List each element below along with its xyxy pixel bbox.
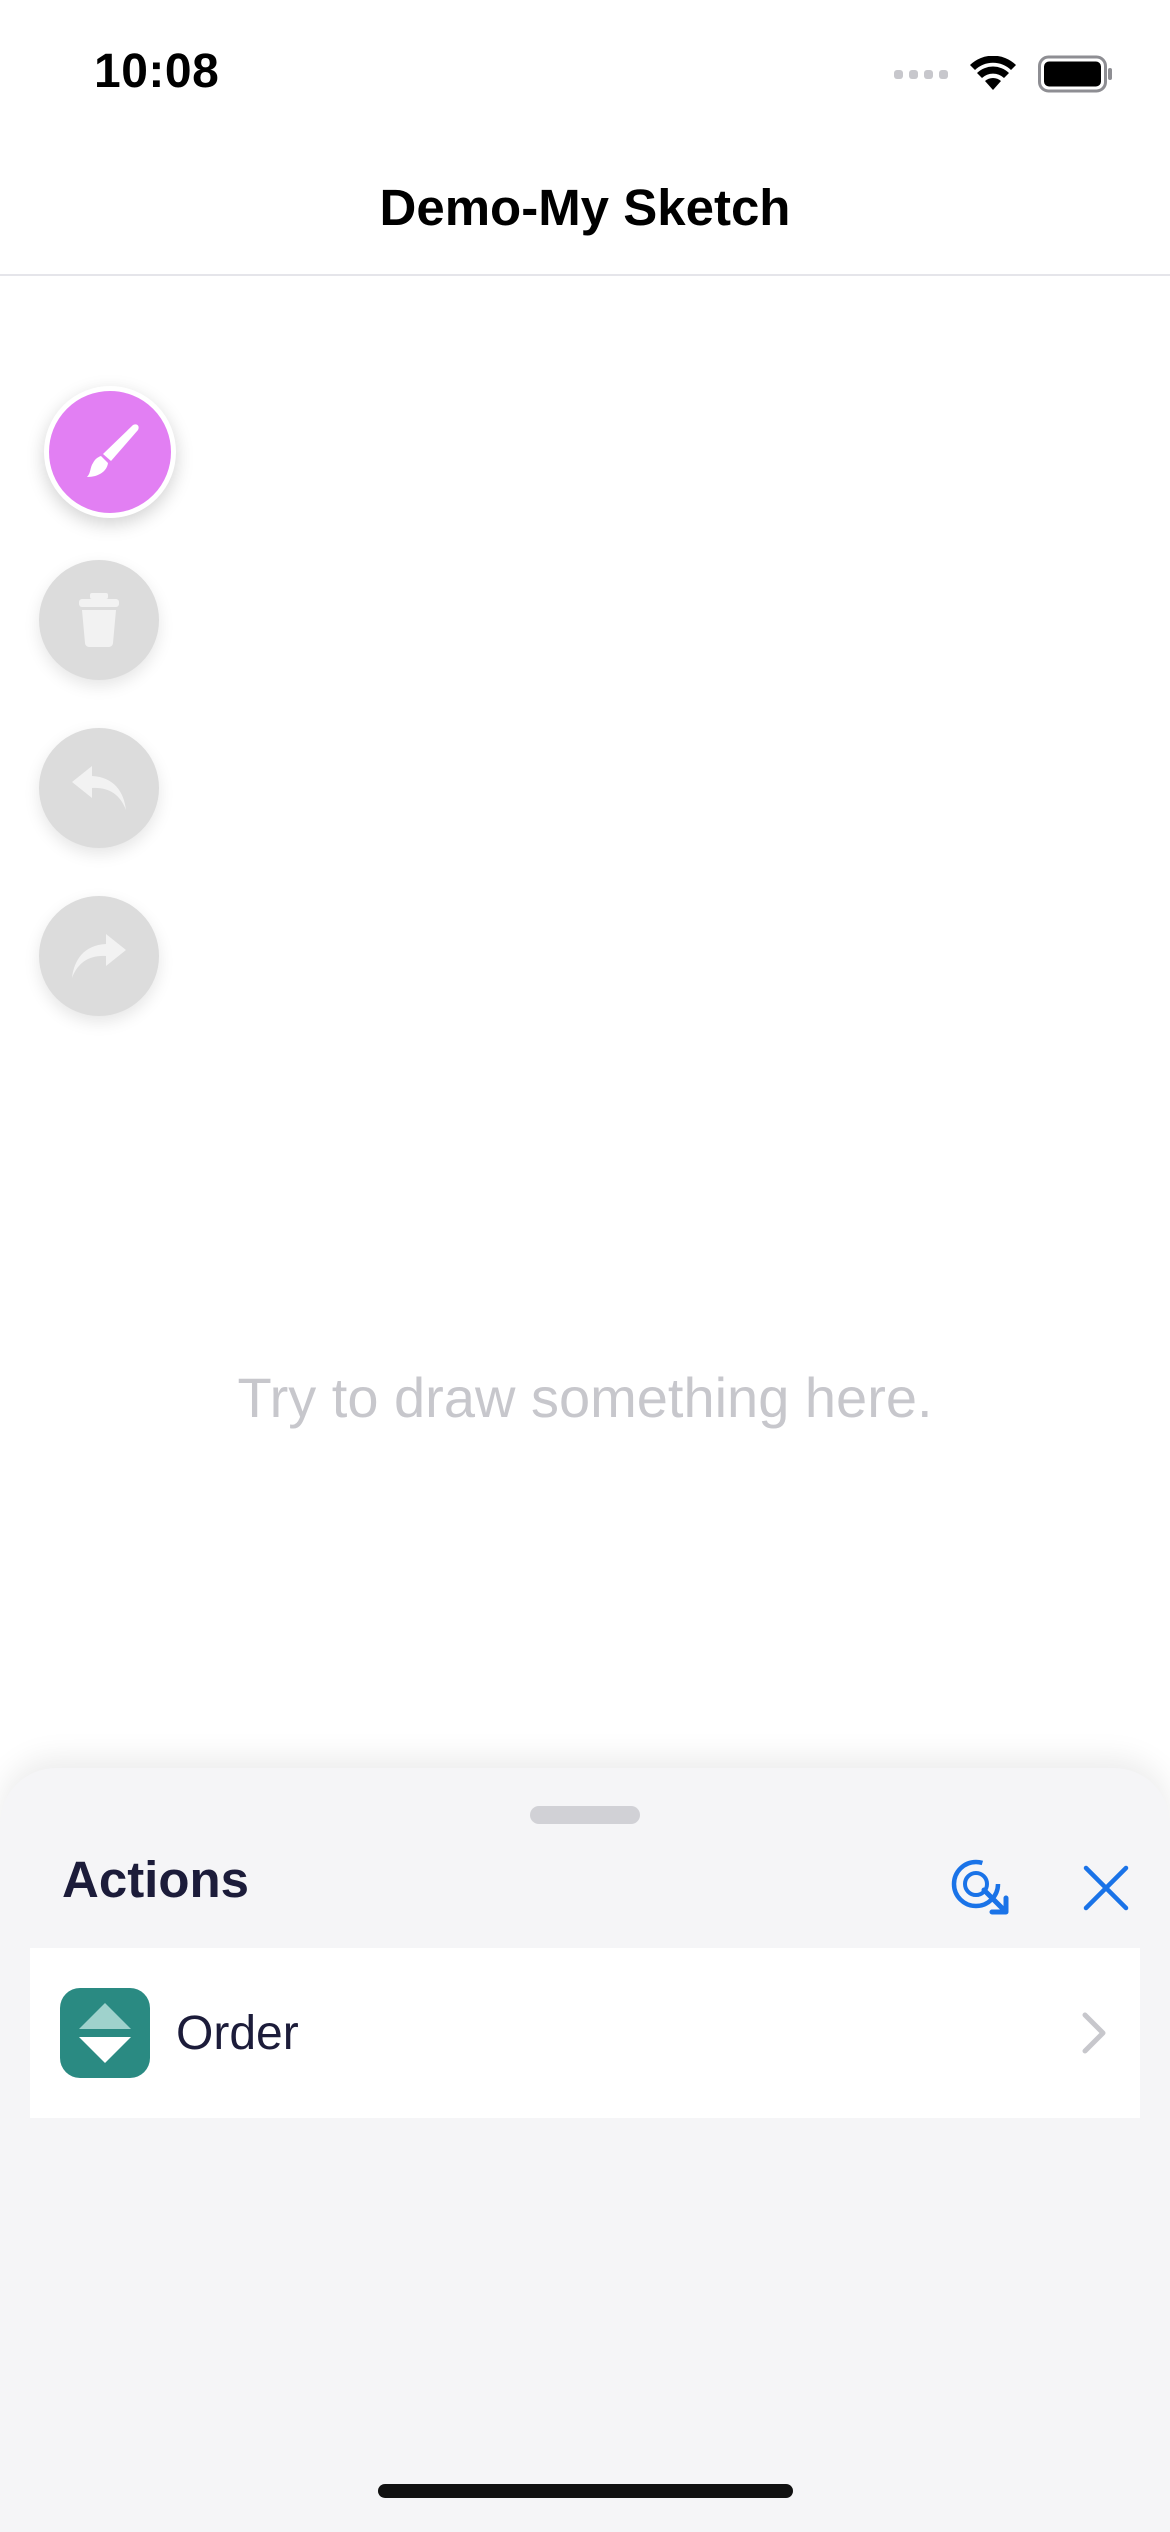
chevron-right-icon	[1074, 2003, 1114, 2063]
trash-icon	[79, 593, 119, 647]
undo-button[interactable]	[39, 728, 159, 848]
screen: 10:08 Demo-My Sketch Try to draw somethi…	[0, 0, 1170, 2532]
action-row-order[interactable]: Order	[30, 1948, 1140, 2118]
action-label: Order	[176, 2006, 299, 2060]
redo-arrow-icon	[72, 934, 126, 978]
paintbrush-icon	[87, 424, 139, 477]
cellular-signal-icon	[894, 69, 948, 79]
canvas-hint: Try to draw something here.	[237, 1366, 933, 1429]
page-title: Demo-My Sketch	[379, 178, 791, 236]
wifi-icon	[970, 56, 1016, 90]
status-indicators	[894, 52, 1114, 96]
close-button[interactable]	[1066, 1848, 1146, 1928]
actions-sheet: Actions Order	[0, 1768, 1170, 2532]
brush-tool-button[interactable]	[44, 386, 176, 518]
status-time: 10:08	[94, 45, 220, 98]
order-sort-icon	[60, 1988, 150, 2078]
refresh-button[interactable]	[940, 1848, 1020, 1928]
home-indicator[interactable]	[378, 2484, 793, 2498]
navigation-bar: Demo-My Sketch	[0, 140, 1170, 276]
undo-arrow-icon	[72, 766, 126, 810]
battery-icon	[1038, 55, 1112, 93]
sheet-title: Actions	[62, 1851, 250, 1908]
sheet-grabber[interactable]	[530, 1806, 640, 1824]
redo-button[interactable]	[39, 896, 159, 1016]
refresh-icon	[951, 1859, 1009, 1915]
status-bar: 10:08	[0, 0, 1170, 140]
clear-button[interactable]	[39, 560, 159, 680]
close-icon	[1083, 1865, 1129, 1911]
